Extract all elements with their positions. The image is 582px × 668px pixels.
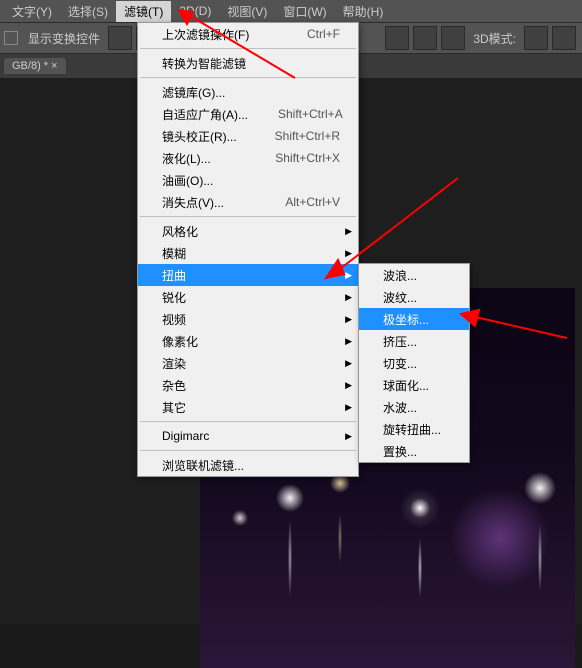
submenu-shear[interactable]: 切变... <box>359 352 469 374</box>
separator <box>140 450 356 451</box>
submenu-arrow-icon: ▶ <box>345 402 352 413</box>
menu-label: 杂色 <box>162 377 186 394</box>
menu-label: 挤压... <box>383 333 417 350</box>
menu-label: 波纹... <box>383 289 417 306</box>
submenu-displace[interactable]: 置换... <box>359 440 469 462</box>
menu-liquify[interactable]: 液化(L)... Shift+Ctrl+X <box>138 147 358 169</box>
mode-3d-btn-1[interactable] <box>524 26 548 50</box>
submenu-arrow-icon: ▶ <box>345 292 352 303</box>
menu-sharpen[interactable]: 锐化 ▶ <box>138 286 358 308</box>
show-transform-label: 显示变换控件 <box>22 30 106 47</box>
distort-submenu: 波浪... 波纹... 极坐标... 挤压... 切变... 球面化... 水波… <box>358 263 470 463</box>
menu-shortcut: Shift+Ctrl+A <box>278 107 343 121</box>
menu-label: 液化(L)... <box>162 150 211 167</box>
menu-label: 其它 <box>162 399 186 416</box>
menu-browse-online[interactable]: 浏览联机滤镜... <box>138 454 358 476</box>
menu-adaptive[interactable]: 自适应广角(A)... Shift+Ctrl+A <box>138 103 358 125</box>
menu-lens[interactable]: 镜头校正(R)... Shift+Ctrl+R <box>138 125 358 147</box>
menu-other[interactable]: 其它 ▶ <box>138 396 358 418</box>
menu-noise[interactable]: 杂色 ▶ <box>138 374 358 396</box>
submenu-arrow-icon: ▶ <box>345 431 352 442</box>
document-tab[interactable]: GB/8) * × <box>4 58 66 74</box>
menu-shortcut: Ctrl+F <box>307 27 340 41</box>
submenu-arrow-icon: ▶ <box>345 336 352 347</box>
menu-label: 模糊 <box>162 245 186 262</box>
submenu-pinch[interactable]: 挤压... <box>359 330 469 352</box>
tool-btn-a[interactable] <box>385 26 409 50</box>
menu-label: 风格化 <box>162 223 198 240</box>
menu-filter[interactable]: 滤镜(T) <box>116 1 171 22</box>
annotation-arrow-1 <box>175 8 305 83</box>
menu-label: 旋转扭曲... <box>383 421 441 438</box>
submenu-spherize[interactable]: 球面化... <box>359 374 469 396</box>
menu-label: 自适应广角(A)... <box>162 106 248 123</box>
separator <box>140 421 356 422</box>
menu-label: 油画(O)... <box>162 172 213 189</box>
menu-text[interactable]: 文字(Y) <box>4 1 60 22</box>
menu-pixelate[interactable]: 像素化 ▶ <box>138 330 358 352</box>
align-btn-1[interactable] <box>108 26 132 50</box>
menu-label: 极坐标... <box>383 311 429 328</box>
submenu-twirl[interactable]: 旋转扭曲... <box>359 418 469 440</box>
menu-digimarc[interactable]: Digimarc ▶ <box>138 425 358 447</box>
menu-label: 切变... <box>383 355 417 372</box>
menu-label: 视频 <box>162 311 186 328</box>
mode-3d-label: 3D模式: <box>467 30 522 47</box>
menu-label: 置换... <box>383 443 417 460</box>
submenu-arrow-icon: ▶ <box>345 380 352 391</box>
tool-btn-c[interactable] <box>441 26 465 50</box>
submenu-zigzag[interactable]: 水波... <box>359 396 469 418</box>
mode-3d-btn-2[interactable] <box>552 26 576 50</box>
submenu-arrow-icon: ▶ <box>345 314 352 325</box>
menu-label: 锐化 <box>162 289 186 306</box>
menu-select[interactable]: 选择(S) <box>60 1 116 22</box>
menu-shortcut: Shift+Ctrl+R <box>275 129 340 143</box>
menu-label: Digimarc <box>162 429 209 443</box>
menu-help[interactable]: 帮助(H) <box>335 1 392 22</box>
menu-label: 镜头校正(R)... <box>162 128 237 145</box>
menu-label: 浏览联机滤镜... <box>162 457 244 474</box>
menu-label: 滤镜库(G)... <box>162 84 225 101</box>
annotation-arrow-2 <box>318 172 468 282</box>
tool-btn-b[interactable] <box>413 26 437 50</box>
menu-render[interactable]: 渲染 ▶ <box>138 352 358 374</box>
submenu-polar[interactable]: 极坐标... <box>359 308 469 330</box>
menu-label: 渲染 <box>162 355 186 372</box>
submenu-arrow-icon: ▶ <box>345 358 352 369</box>
menu-label: 水波... <box>383 399 417 416</box>
menu-gallery[interactable]: 滤镜库(G)... <box>138 81 358 103</box>
menu-label: 扭曲 <box>162 267 186 284</box>
show-transform-checkbox[interactable] <box>4 31 18 45</box>
menu-label: 球面化... <box>383 377 429 394</box>
menu-label: 像素化 <box>162 333 198 350</box>
submenu-ripple[interactable]: 波纹... <box>359 286 469 308</box>
annotation-arrow-3 <box>457 308 577 348</box>
menu-video[interactable]: 视频 ▶ <box>138 308 358 330</box>
menu-label: 消失点(V)... <box>162 194 224 211</box>
menu-shortcut: Shift+Ctrl+X <box>275 151 340 165</box>
